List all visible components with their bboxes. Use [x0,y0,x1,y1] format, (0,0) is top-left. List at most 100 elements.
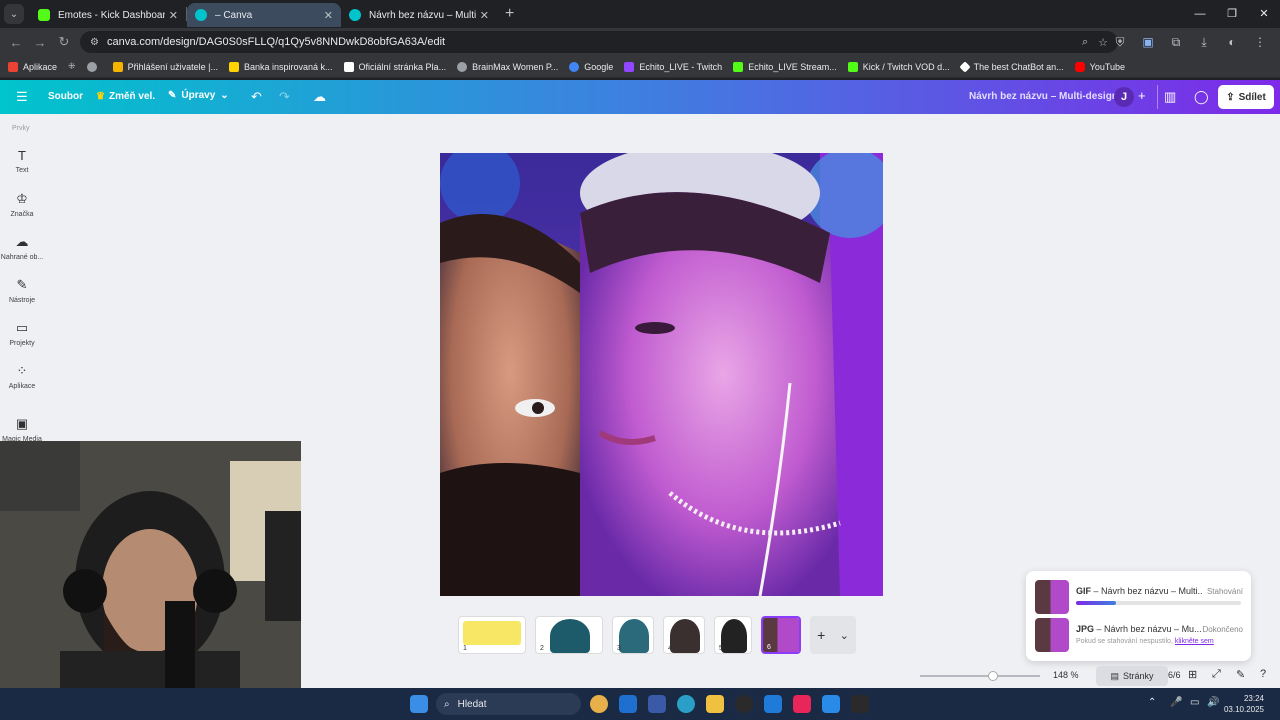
profile-icon[interactable]: ◐ [1218,35,1246,49]
notes-icon[interactable]: ✎ [1236,668,1245,681]
page-counter[interactable]: 6/6 [1168,670,1181,680]
share-button[interactable]: ⇪ Sdílet [1218,85,1274,109]
sidebar-item-text[interactable]: T Text [0,148,44,174]
maximize-icon[interactable]: ❐ [1216,0,1248,28]
undo-icon[interactable]: ↶ [251,89,262,105]
add-collaborator-icon[interactable]: + [1138,88,1146,103]
bookmark-item[interactable]: Kick / Twitch VOD d... [847,61,950,72]
menu-kebab-icon[interactable]: ⋮ [1246,35,1274,49]
comment-icon[interactable]: ◯ [1194,89,1209,105]
download-thumbnail [1035,618,1069,652]
bookmark-item[interactable]: Přihlášení uživatele |... [112,61,218,72]
pages-view-button[interactable]: ▤ Stránky [1096,666,1168,686]
minimize-icon[interactable]: — [1184,0,1216,28]
fullscreen-icon[interactable]: ⤢ [1212,668,1221,681]
download-row-jpg[interactable]: JPG – Návrh bez názvu – Mu... Dokončeno … [1035,618,1245,652]
bookmark-item[interactable] [86,61,102,72]
bookmark-item[interactable]: Echito_LIVE - Twitch [624,61,723,72]
explorer-app-icon[interactable] [706,695,724,713]
translate-icon[interactable]: ▣ [1134,35,1162,49]
edge-app-icon[interactable] [677,695,695,713]
sidebar-item-apps[interactable]: ⁘ Aplikace [0,363,44,390]
bookmark-item[interactable]: Echito_LIVE Stream... [733,61,837,72]
bookmark-grid[interactable]: ⁜ [68,61,76,72]
page-thumbnail[interactable]: 1 [458,616,526,654]
tray-chevron-icon[interactable]: ⌃ [1148,697,1156,708]
retry-download-link[interactable]: klikněte sem [1175,638,1214,645]
upload-icon: ⇪ [1226,91,1235,103]
cloud-saved-icon[interactable]: ☁ [313,89,326,105]
store-app-icon[interactable] [648,695,666,713]
bookmark-label: Echito_LIVE - Twitch [639,61,723,72]
hamburger-menu-icon[interactable]: ☰ [16,89,28,105]
bookmark-item[interactable]: Banka inspirovaná k... [228,61,333,72]
close-window-icon[interactable]: ✕ [1248,0,1280,28]
bookmark-item[interactable]: BrainMax Women P... [457,61,558,72]
page-thumbnail-selected[interactable]: 6 [761,616,801,654]
sidebar-item-brand[interactable]: ♔ Značka [0,191,44,218]
streamdeck-app-icon[interactable] [764,695,782,713]
site-info-icon[interactable]: ⚙ [90,37,99,48]
taskbar-clock[interactable]: 23:24 03.10.2025 [1224,693,1264,715]
chrome-app-icon[interactable] [590,695,608,713]
page-thumbnail[interactable]: 3 [612,616,654,654]
epic-games-icon[interactable] [851,695,869,713]
sidebar-item-tools[interactable]: ✎ Nástroje [0,277,44,304]
resize-button[interactable]: ♛ Změň vel. [96,91,155,102]
download-row-gif[interactable]: GIF – Návrh bez názvu – Multi... Stahová… [1035,580,1245,614]
analytics-icon[interactable]: ▥ [1164,89,1176,105]
microphone-icon[interactable]: 🎤 [1170,697,1182,708]
zoom-icon[interactable]: ⌕ [1082,36,1088,49]
thumbnail-image [721,619,747,653]
zoom-slider-handle[interactable] [988,671,999,681]
file-menu-button[interactable]: Soubor [48,91,83,102]
avatar[interactable]: J [1114,87,1134,107]
taskbar-search[interactable]: ⌕ Hledat [436,693,581,715]
design-title[interactable]: Návrh bez názvu – Multi-design [969,91,1118,102]
sidebar-item-projects[interactable]: ▭ Projekty [0,320,44,347]
new-tab-button[interactable]: + [505,5,514,23]
downloads-icon[interactable]: ⤓ [1190,35,1218,50]
tab-multi-design[interactable]: Návrh bez názvu – Multi-design ✕ [341,3,497,27]
page-thumbnail[interactable]: 2 [535,616,603,654]
forward-icon[interactable]: → [28,35,52,50]
zoom-value[interactable]: 148 % [1053,670,1079,680]
url-text[interactable]: canva.com/design/DAG0S0sFLLQ/q1Qy5v8NNDw… [107,36,1072,48]
tab-canva-active[interactable]: – Canva ✕ [187,3,341,27]
edit-menu-button[interactable]: ✎ Úpravy ⌄ [168,90,229,101]
add-page-button[interactable]: + ⌄ [810,616,856,654]
tiktok-app-icon[interactable] [793,695,811,713]
tab-search-button[interactable]: ⌄ [4,4,24,24]
shield-extension-icon[interactable]: ⛨ [1106,35,1134,50]
chevron-down-icon[interactable]: ⌄ [840,629,849,642]
bookmark-item[interactable]: Google [569,61,613,72]
volume-icon[interactable]: 🔊 [1207,697,1219,708]
sidebar-item-uploads[interactable]: ☁ Nahrané ob... [0,234,44,261]
design-canvas[interactable] [440,153,883,596]
grid-icon: ⁜ [68,61,76,71]
redo-icon[interactable]: ↷ [279,89,290,105]
close-icon[interactable]: ✕ [169,9,178,22]
app-icon[interactable] [822,695,840,713]
display-icon[interactable]: ▭ [1190,697,1199,708]
zoom-slider[interactable] [920,671,1040,681]
close-icon[interactable]: ✕ [480,9,489,22]
page-thumbnail[interactable]: 4 [663,616,705,654]
outlook-app-icon[interactable] [619,695,637,713]
close-icon[interactable]: ✕ [324,9,333,22]
bookmark-apps[interactable]: Aplikace [8,61,57,72]
tab-kick-dashboard[interactable]: Emotes - Kick Dashboard ✕ [30,3,186,27]
windows-start-icon[interactable] [410,695,428,713]
extensions-puzzle-icon[interactable]: ⧉ [1162,35,1190,50]
reload-icon[interactable]: ↻ [52,34,76,50]
bookmark-item[interactable]: The best ChatBot an... [958,60,1064,73]
bookmark-item[interactable]: YouTube [1074,61,1125,72]
address-bar[interactable]: ⚙ canva.com/design/DAG0S0sFLLQ/q1Qy5v8NN… [80,31,1118,53]
page-thumbnail[interactable]: 5 [714,616,752,654]
obs-app-icon[interactable] [735,695,753,713]
bookmark-item[interactable]: Oficiální stránka Pla... [343,61,446,72]
grid-view-icon[interactable]: ⊞ [1188,668,1197,681]
help-icon[interactable]: ? [1260,668,1266,680]
back-icon[interactable]: ← [4,35,28,50]
sidebar-item-magic-media[interactable]: ▣ Magic Media [0,416,44,443]
